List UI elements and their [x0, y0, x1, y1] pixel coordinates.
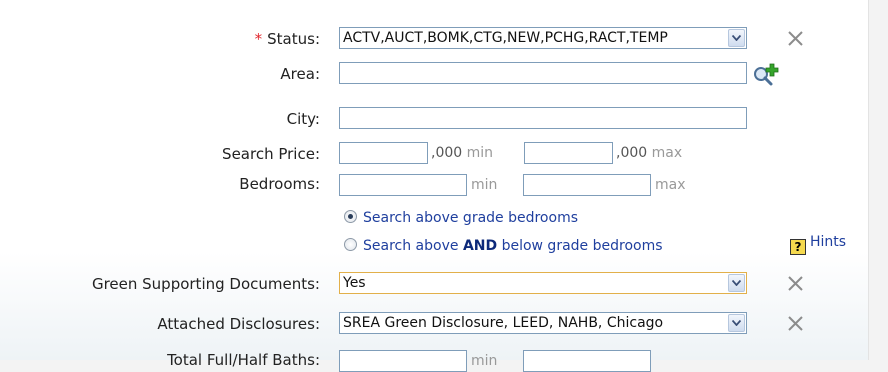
attached-disclosures-label: Attached Disclosures:	[157, 315, 320, 333]
x-icon[interactable]	[787, 30, 804, 47]
bedrooms-label: Bedrooms:	[239, 175, 320, 193]
bedrooms-min-unit: min	[471, 177, 498, 193]
attached-disclosures-value: SREA Green Disclosure, LEED, NAHB, Chica…	[343, 315, 664, 331]
bedrooms-max-unit: max	[655, 177, 686, 193]
price-min-input[interactable]	[339, 142, 428, 164]
search-price-label: Search Price:	[222, 145, 320, 163]
total-baths-min-input[interactable]	[339, 350, 467, 372]
green-docs-value: Yes	[343, 275, 366, 291]
total-baths-label: Total Full/Half Baths:	[167, 351, 320, 369]
x-icon[interactable]	[787, 275, 804, 292]
price-max-input[interactable]	[524, 142, 613, 164]
attached-disclosures-select[interactable]: SREA Green Disclosure, LEED, NAHB, Chica…	[339, 312, 747, 334]
radio-button-selected[interactable]	[344, 210, 357, 223]
magnifier-add-icon[interactable]	[752, 63, 780, 87]
green-docs-label: Green Supporting Documents:	[91, 275, 320, 293]
bedrooms-max-input[interactable]	[523, 174, 651, 196]
x-icon[interactable]	[787, 315, 804, 332]
bedrooms-min-input[interactable]	[339, 174, 467, 196]
radio-button[interactable]	[344, 238, 357, 251]
required-marker: *	[254, 30, 263, 48]
city-input[interactable]	[339, 107, 747, 129]
status-label: * Status:	[254, 30, 320, 48]
price-min-unit: ,000 min	[431, 145, 494, 161]
radio-above-grade[interactable]: Search above grade bedrooms	[344, 208, 578, 228]
chevron-down-icon[interactable]	[728, 29, 745, 47]
total-baths-min-unit: min	[471, 353, 498, 369]
price-max-unit: ,000 max	[616, 145, 683, 161]
chevron-down-icon[interactable]	[728, 274, 745, 292]
status-select[interactable]: ACTV,AUCT,BOMK,CTG,NEW,PCHG,RACT,TEMP	[339, 27, 747, 49]
search-form-panel: * Status: ACTV,AUCT,BOMK,CTG,NEW,PCHG,RAC…	[0, 0, 869, 372]
hints-link[interactable]: Hints	[810, 234, 846, 250]
chevron-down-icon[interactable]	[728, 314, 745, 332]
radio-above-grade-label: Search above grade bedrooms	[363, 210, 578, 226]
total-baths-max-input[interactable]	[523, 350, 651, 372]
help-icon[interactable]: ?	[790, 239, 806, 255]
area-input[interactable]	[339, 62, 747, 84]
area-label: Area:	[280, 65, 320, 83]
radio-above-and-below-grade[interactable]: Search above AND below grade bedrooms	[344, 236, 663, 256]
city-label: City:	[286, 110, 320, 128]
status-value: ACTV,AUCT,BOMK,CTG,NEW,PCHG,RACT,TEMP	[343, 30, 668, 46]
green-docs-select[interactable]: Yes	[339, 272, 747, 294]
